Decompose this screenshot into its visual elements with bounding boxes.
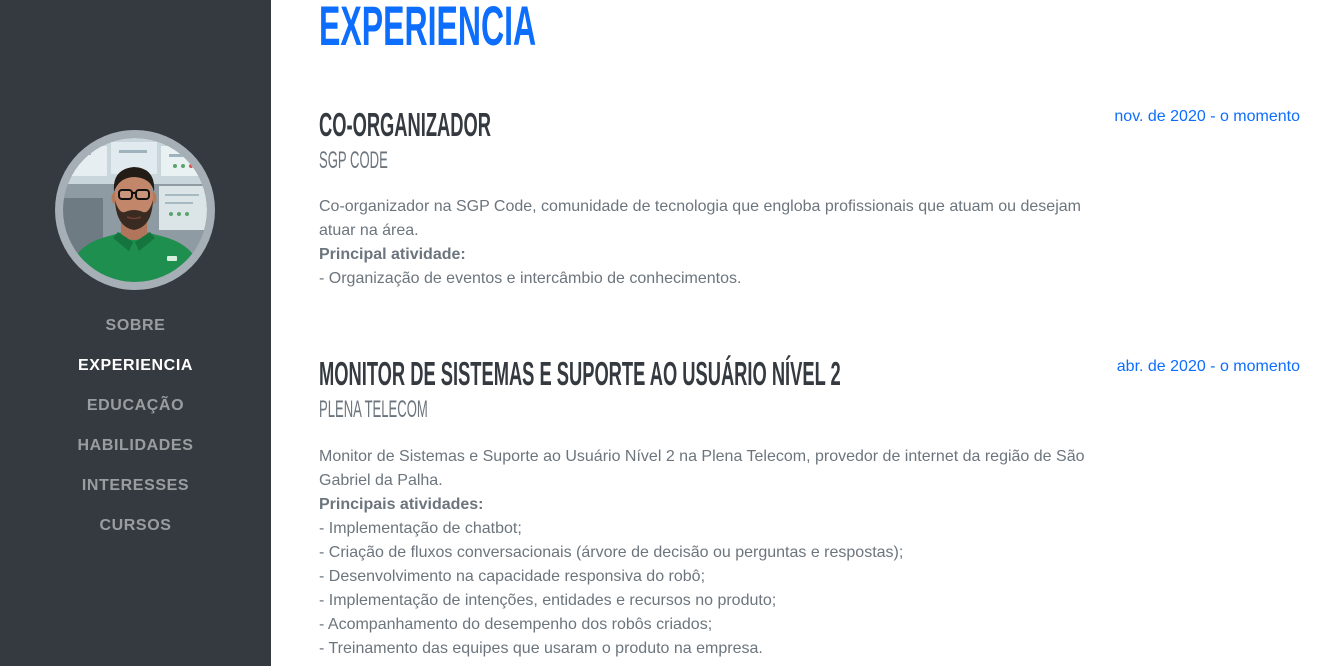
nav-link-habilidades[interactable]: HABILIDADES bbox=[78, 437, 194, 454]
date-range: abr. de 2020 - o momento bbox=[1117, 355, 1300, 379]
sidebar: SOBRE EXPERIENCIA EDUCAÇÃO HABILIDADES I… bbox=[0, 0, 271, 666]
job-title-text: CO-ORGANIZADOR bbox=[319, 106, 491, 143]
nav-item-sobre: SOBRE bbox=[0, 306, 271, 346]
nav-link-cursos[interactable]: CURSOS bbox=[99, 517, 171, 534]
company-name: SGP CODE bbox=[319, 149, 445, 173]
nav-item-habilidades: HABILIDADES bbox=[0, 426, 271, 466]
company-name-text: PLENA TELECOM bbox=[319, 396, 428, 423]
profile-avatar[interactable] bbox=[55, 130, 215, 290]
nav-item-educacao: EDUCAÇÃO bbox=[0, 386, 271, 426]
activity-item: - Treinamento das equipes que usaram o p… bbox=[319, 640, 763, 657]
date-range-text: nov. de 2020 - o momento bbox=[1114, 108, 1300, 125]
job-title: CO-ORGANIZADOR bbox=[319, 108, 629, 141]
job-description-text: Co-organizador na SGP Code, comunidade d… bbox=[319, 198, 1081, 239]
company-name: PLENA TELECOM bbox=[319, 398, 519, 422]
activity-item: - Criação de fluxos conversacionais (árv… bbox=[319, 544, 904, 561]
job-title-text: MONITOR DE SISTEMAS E SUPORTE AO USUÁRIO… bbox=[319, 355, 841, 392]
company-name-text: SGP CODE bbox=[319, 147, 388, 174]
activity-item: - Desenvolvimento na capacidade responsi… bbox=[319, 568, 706, 585]
activity-item: - Implementação de intenções, entidades … bbox=[319, 592, 777, 609]
sidebar-nav: SOBRE EXPERIENCIA EDUCAÇÃO HABILIDADES I… bbox=[0, 306, 271, 546]
nav-item-cursos: CURSOS bbox=[0, 506, 271, 546]
nav-item-interesses: INTERESSES bbox=[0, 466, 271, 506]
date-range: nov. de 2020 - o momento bbox=[1114, 105, 1300, 129]
job-description-text: Monitor de Sistemas e Suporte ao Usuário… bbox=[319, 448, 1085, 489]
nav-link-experiencia[interactable]: EXPERIENCIA bbox=[78, 357, 193, 374]
nav-item-experiencia: EXPERIENCIA bbox=[0, 346, 271, 386]
activities-label: Principal atividade: bbox=[319, 246, 466, 263]
activity-item: - Acompanhamento do desempenho dos robôs… bbox=[319, 616, 713, 633]
job-description: Monitor de Sistemas e Suporte ao Usuário… bbox=[319, 445, 1107, 661]
job-description: Co-organizador na SGP Code, comunidade d… bbox=[319, 195, 1107, 291]
section-title: EXPERIENCIA bbox=[319, 0, 699, 57]
nav-link-sobre[interactable]: SOBRE bbox=[106, 317, 166, 334]
nav-link-interesses[interactable]: INTERESSES bbox=[82, 477, 189, 494]
activity-item: - Implementação de chatbot; bbox=[319, 520, 522, 537]
date-range-text: abr. de 2020 - o momento bbox=[1116, 358, 1300, 375]
experience-section: EXPERIENCIA CO-ORGANIZADOR SGP CODE Co-o… bbox=[271, 0, 1344, 666]
profile-photo bbox=[63, 138, 207, 282]
nav-link-educacao[interactable]: EDUCAÇÃO bbox=[87, 397, 184, 414]
activity-item: - Organização de eventos e intercâmbio d… bbox=[319, 270, 742, 287]
section-title-text: EXPERIENCIA bbox=[319, 0, 537, 57]
activities-label: Principais atividades: bbox=[319, 496, 484, 513]
